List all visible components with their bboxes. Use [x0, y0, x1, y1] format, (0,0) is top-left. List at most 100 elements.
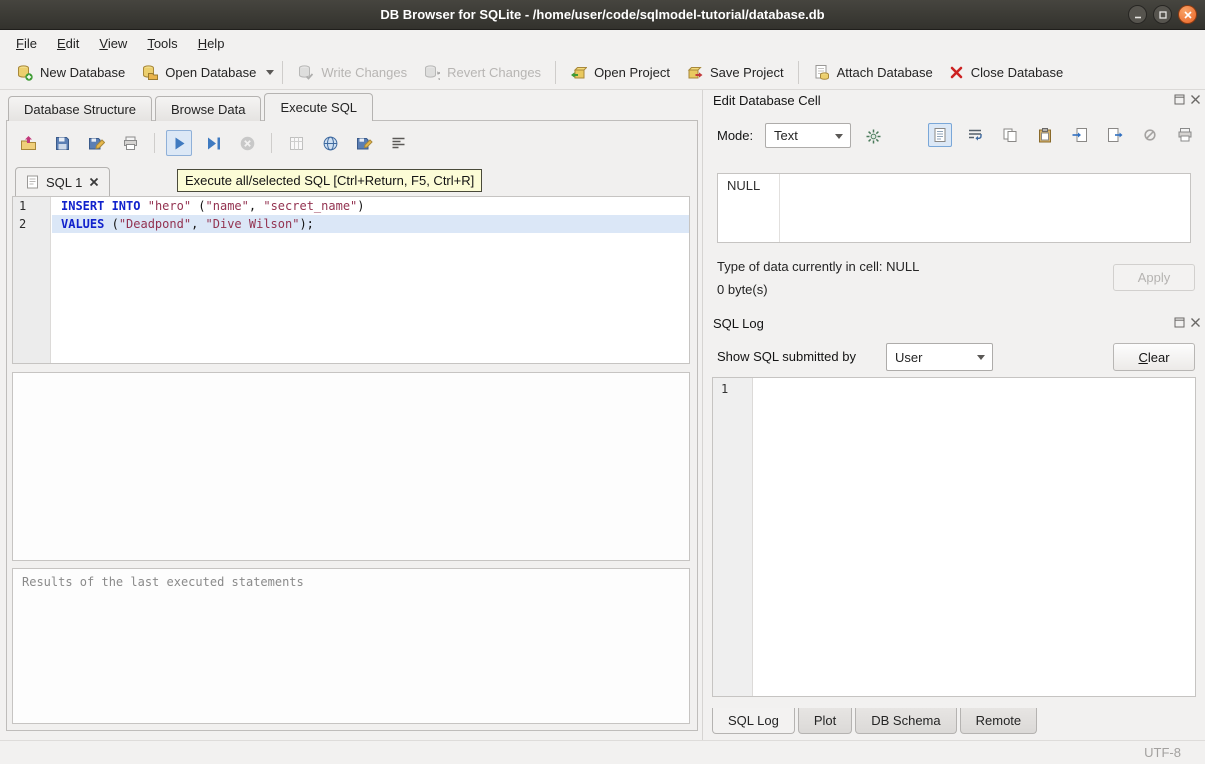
attach-database-button[interactable]: Attach Database — [805, 59, 941, 86]
log-filter-label: Show SQL submitted by — [717, 349, 856, 364]
menu-edit[interactable]: Edit — [47, 33, 89, 54]
revert-changes-label: Revert Changes — [447, 65, 541, 80]
sql-code-editor[interactable]: 1INSERT INTO "hero" ("name", "secret_nam… — [12, 196, 690, 364]
close-panel-icon[interactable] — [1190, 317, 1201, 328]
execute-all-button[interactable] — [166, 130, 192, 156]
minimize-button[interactable] — [1128, 5, 1147, 24]
gear-icon — [865, 128, 882, 145]
apply-button-label: Apply — [1138, 270, 1171, 285]
code-line[interactable]: 2VALUES ("Deadpond", "Dive Wilson"); — [13, 215, 689, 233]
open-project-icon — [570, 64, 587, 81]
dock-tab-remote[interactable]: Remote — [960, 708, 1038, 734]
menu-file[interactable]: File — [6, 33, 47, 54]
close-button[interactable] — [1178, 5, 1197, 24]
open-database-label: Open Database — [165, 65, 256, 80]
close-panel-icon[interactable] — [1190, 94, 1201, 105]
cell-value-editor[interactable]: NULL — [717, 173, 1191, 243]
execute-line-button[interactable] — [200, 130, 226, 156]
menu-tools[interactable]: Tools — [137, 33, 187, 54]
sql-1-tab-label: SQL 1 — [46, 175, 82, 190]
mode-label: Mode: — [717, 128, 753, 143]
open-database-dropdown-icon[interactable] — [266, 70, 274, 75]
clear-log-button[interactable]: Clear — [1113, 343, 1195, 371]
float-panel-icon[interactable] — [1174, 317, 1185, 328]
menubar: File Edit View Tools Help — [0, 31, 1205, 55]
paste-cell-button[interactable] — [1033, 123, 1057, 147]
open-database-icon — [141, 64, 158, 81]
save-project-icon — [686, 64, 703, 81]
open-sql-file-button[interactable] — [15, 130, 41, 156]
sql-subtab-bar: SQL 1 — [15, 167, 110, 196]
format-sql-icon — [390, 135, 407, 152]
edit-cell-dock-controls — [1174, 94, 1201, 105]
cell-type-info: Type of data currently in cell: NULL — [717, 259, 919, 274]
execute-line-icon — [205, 135, 222, 152]
tab-browse-data[interactable]: Browse Data — [155, 96, 261, 121]
encoding-indicator[interactable]: UTF-8 — [1144, 745, 1181, 760]
menu-view[interactable]: View — [89, 33, 137, 54]
sql-editor-lines: 1INSERT INTO "hero" ("name", "secret_nam… — [13, 197, 689, 233]
stop-icon — [239, 135, 256, 152]
dock-tab-db-schema[interactable]: DB Schema — [855, 708, 956, 734]
dock-tab-plot[interactable]: Plot — [798, 708, 852, 734]
log-filter-select[interactable]: User — [886, 343, 993, 371]
close-database-button[interactable]: Close Database — [941, 60, 1072, 85]
export-cell-button[interactable] — [1103, 123, 1127, 147]
save-project-button[interactable]: Save Project — [678, 59, 792, 86]
text-mode-button[interactable] — [928, 123, 952, 147]
null-icon — [1142, 127, 1158, 143]
text-document-icon — [932, 127, 948, 143]
tab-database-structure[interactable]: Database Structure — [8, 96, 152, 121]
format-sql-button[interactable] — [385, 130, 411, 156]
window-title: DB Browser for SQLite - /home/user/code/… — [0, 0, 1205, 30]
cell-editor-gutter: NULL — [718, 174, 780, 242]
editor-toolbar-separator — [154, 133, 155, 153]
close-tab-icon[interactable] — [89, 177, 99, 187]
import-cell-button[interactable] — [1068, 123, 1092, 147]
mode-select[interactable]: Text — [765, 123, 851, 148]
edit-cell-title: Edit Database Cell — [713, 93, 821, 108]
word-wrap-button[interactable] — [963, 123, 987, 147]
dock-tab-bar: SQL Log Plot DB Schema Remote — [712, 708, 1040, 734]
new-database-button[interactable]: New Database — [8, 59, 133, 86]
right-dock: Edit Database Cell Mode: Text — [705, 90, 1205, 740]
panel-splitter[interactable] — [702, 90, 703, 740]
sql-1-tab[interactable]: SQL 1 — [15, 167, 110, 196]
log-filter-value: User — [895, 350, 922, 365]
write-changes-button: Write Changes — [289, 59, 415, 86]
titlebar: DB Browser for SQLite - /home/user/code/… — [0, 0, 1205, 30]
write-changes-icon — [297, 64, 314, 81]
open-project-button[interactable]: Open Project — [562, 59, 678, 86]
set-null-button[interactable] — [1138, 123, 1162, 147]
print-sql-button[interactable] — [117, 130, 143, 156]
save-results-button[interactable] — [351, 130, 377, 156]
tab-execute-sql[interactable]: Execute SQL — [264, 93, 373, 121]
menu-help[interactable]: Help — [188, 33, 235, 54]
editor-toolbar-separator — [271, 133, 272, 153]
save-sql-as-button[interactable] — [83, 130, 109, 156]
print-cell-button[interactable] — [1173, 123, 1197, 147]
sql-log-view[interactable]: 1 — [712, 377, 1196, 697]
dock-tab-sql-log[interactable]: SQL Log — [712, 708, 795, 734]
execute-all-icon — [171, 135, 188, 152]
save-sql-file-button[interactable] — [49, 130, 75, 156]
results-message-area[interactable]: Results of the last executed statements — [12, 568, 690, 724]
print-icon — [1177, 127, 1193, 143]
open-sql-file-icon — [20, 135, 37, 152]
main-toolbar: New Database Open Database Write Changes… — [0, 55, 1205, 90]
window-controls — [1128, 5, 1197, 24]
stop-execution-button — [234, 130, 260, 156]
open-in-browser-button[interactable] — [317, 130, 343, 156]
word-wrap-icon — [967, 127, 983, 143]
chevron-down-icon — [977, 355, 985, 360]
sql-log-dock-controls — [1174, 317, 1201, 328]
copy-cell-button[interactable] — [998, 123, 1022, 147]
code-line[interactable]: 1INSERT INTO "hero" ("name", "secret_nam… — [13, 197, 689, 215]
copy-icon — [1002, 127, 1018, 143]
results-table-area[interactable] — [12, 372, 690, 561]
open-database-button[interactable]: Open Database — [133, 59, 264, 86]
float-panel-icon[interactable] — [1174, 94, 1185, 105]
open-project-label: Open Project — [594, 65, 670, 80]
mode-settings-button[interactable] — [858, 123, 888, 149]
maximize-button[interactable] — [1153, 5, 1172, 24]
